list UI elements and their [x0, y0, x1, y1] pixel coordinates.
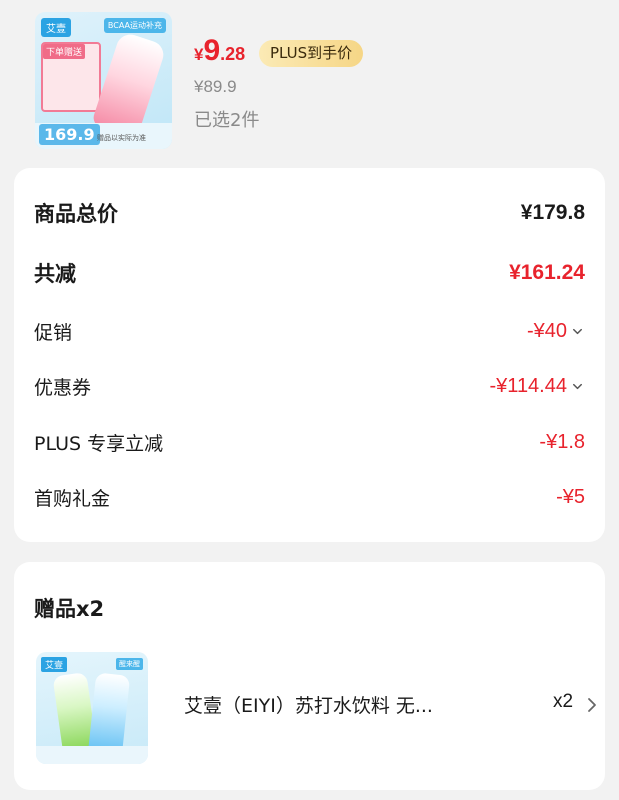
original-price: ¥89.9 — [194, 77, 237, 96]
total-discount-value: ¥161.24 — [509, 261, 585, 284]
promotion-value-wrap: -¥40 — [527, 320, 585, 343]
product-image-promo-head: 下单赠送 — [43, 44, 86, 59]
total-price-value: ¥179.8 — [520, 201, 585, 224]
product-header: 艾壹 BCAA运动补充 下单赠送 169.9 赠品以实际为准 ¥ 9 .28 P… — [0, 0, 619, 160]
gift-item-quantity: x2 — [553, 691, 574, 712]
price-summary-card: 商品总价 ¥179.8 共减 ¥161.24 促销 -¥40 优惠券 -¥114… — [14, 168, 605, 542]
price-currency-symbol: ¥ — [194, 45, 204, 64]
plus-discount-row: PLUS 专享立减 -¥1.8 — [34, 429, 585, 456]
total-discount-row: 共减 ¥161.24 — [34, 258, 585, 288]
gift-item-name: 艾壹（EIYI）苏打水饮料 无... — [184, 695, 433, 717]
gifts-title: 赠品x2 — [34, 597, 105, 621]
gift-image-footer — [36, 746, 148, 764]
total-price-row: 商品总价 ¥179.8 — [34, 198, 585, 228]
total-price-label: 商品总价 — [34, 202, 118, 226]
product-image-corner-tag: BCAA运动补充 — [103, 18, 166, 33]
selected-quantity: 已选2件 — [194, 110, 260, 131]
plus-price-badge: PLUS到手价 — [259, 40, 364, 67]
plus-discount-label: PLUS 专享立减 — [34, 433, 164, 455]
total-discount-label: 共减 — [34, 262, 76, 286]
price-integer: 9 — [203, 34, 221, 67]
chevron-down-icon[interactable] — [570, 324, 585, 339]
blue-bottle-graphic — [87, 672, 131, 758]
plus-discount-value: -¥1.8 — [539, 431, 585, 453]
product-image-note: 赠品以实际为准 — [97, 134, 146, 142]
chevron-right-icon[interactable] — [585, 696, 599, 714]
gift-item-image[interactable]: 艾壹 醒来醒 — [36, 652, 148, 764]
first-purchase-label: 首购礼金 — [34, 488, 111, 510]
first-purchase-row: 首购礼金 -¥5 — [34, 484, 585, 511]
promotion-row[interactable]: 促销 -¥40 — [34, 318, 585, 345]
product-image[interactable]: 艾壹 BCAA运动补充 下单赠送 169.9 赠品以实际为准 — [35, 12, 172, 149]
promotion-label: 促销 — [34, 322, 73, 344]
product-price: ¥ 9 .28 — [194, 36, 245, 66]
gift-item-row[interactable]: 艾壹 醒来醒 艾壹（EIYI）苏打水饮料 无... x2 — [14, 648, 605, 768]
promotion-value: -¥40 — [526, 320, 567, 342]
coupon-row[interactable]: 优惠券 -¥114.44 — [34, 373, 585, 400]
gifts-card: 赠品x2 艾壹 醒来醒 艾壹（EIYI）苏打水饮料 无... x2 — [14, 562, 605, 790]
product-image-brand-tag: 艾壹 — [41, 18, 71, 37]
price-decimal: .28 — [220, 44, 246, 64]
coupon-label: 优惠券 — [34, 377, 92, 399]
first-purchase-value: -¥5 — [556, 486, 585, 508]
chevron-down-icon[interactable] — [570, 379, 585, 394]
product-image-price-badge: 169.9 — [39, 124, 100, 145]
coupon-value-wrap: -¥114.44 — [490, 375, 585, 398]
gift-image-brand-tag: 艾壹 — [41, 657, 68, 672]
coupon-value: -¥114.44 — [489, 375, 567, 397]
gift-image-corner-tag: 醒来醒 — [116, 658, 143, 670]
